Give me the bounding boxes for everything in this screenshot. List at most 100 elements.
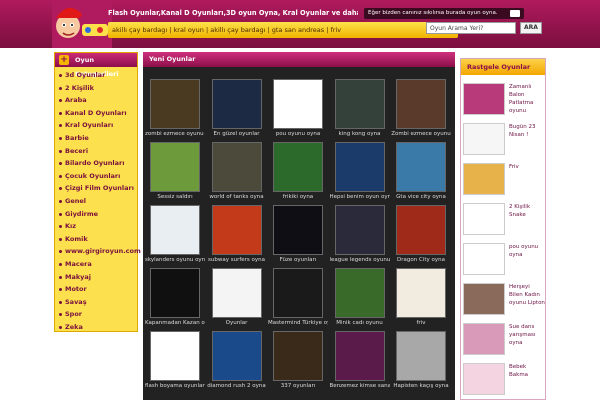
category-item[interactable]: Kız <box>55 220 137 233</box>
game-thumbnail[interactable] <box>150 268 200 318</box>
game-thumbnail[interactable] <box>334 205 385 255</box>
game-thumbnail[interactable] <box>396 268 446 318</box>
game-title[interactable]: league legends oyunu oyna kanal <box>330 256 390 266</box>
site-logo[interactable] <box>52 0 112 48</box>
game-card[interactable]: Oyunlar <box>207 268 267 330</box>
game-title[interactable]: Zombi ezmece oyunu <box>391 130 451 140</box>
random-game-thumbnail[interactable] <box>463 83 505 115</box>
game-title[interactable]: zombi ezmece oyunu oyna <box>145 130 205 140</box>
game-thumbnail[interactable] <box>150 331 200 381</box>
game-card[interactable]: zombi ezmece oyunu oyna <box>145 79 205 141</box>
game-card[interactable]: Hepsi benim oyun oyna oyna <box>330 142 390 204</box>
game-card[interactable]: Sessiz saldırı <box>145 142 205 204</box>
game-thumbnail[interactable] <box>211 79 262 129</box>
category-item[interactable]: Çizgi Film Oyunları <box>55 182 137 195</box>
game-card[interactable]: Mastermind Türkiye oyna <box>268 268 328 330</box>
game-card[interactable]: flash boyama oyunları <box>145 331 205 393</box>
game-card[interactable]: skylanders oyunu oyna <box>145 205 205 267</box>
random-game-item[interactable]: Zamanlı Balon Patlatma oyunu <box>463 83 543 117</box>
random-game-thumbnail[interactable] <box>463 203 505 235</box>
game-card[interactable]: subway surfers oyna <box>207 205 267 267</box>
game-title[interactable]: king kong oyna <box>330 130 390 140</box>
random-game-title[interactable]: Zamanlı Balon Patlatma oyunu <box>509 83 545 115</box>
game-title[interactable]: Gta vice city oyna <box>391 193 451 203</box>
game-card[interactable]: world of tanks oyna <box>207 142 267 204</box>
game-thumbnail[interactable] <box>211 331 262 381</box>
random-game-item[interactable]: Sue dans yarışması oyna <box>463 323 543 357</box>
category-item[interactable]: Çocuk Oyunları <box>55 170 137 183</box>
game-title[interactable]: world of tanks oyna <box>207 193 267 203</box>
category-item[interactable]: Barbie <box>55 132 137 145</box>
random-game-title[interactable]: Bebek Bakma <box>509 363 545 379</box>
category-item[interactable]: Macera <box>55 258 137 271</box>
category-item[interactable]: Kral Oyunları <box>55 119 137 132</box>
random-game-item[interactable]: Bebek Bakma <box>463 363 543 397</box>
game-thumbnail[interactable] <box>150 142 200 192</box>
game-thumbnail[interactable] <box>334 142 385 192</box>
category-item[interactable]: Spor <box>55 308 137 321</box>
game-title[interactable]: Mastermind Türkiye oyna <box>268 319 328 329</box>
game-thumbnail[interactable] <box>273 205 323 255</box>
game-thumbnail[interactable] <box>334 331 385 381</box>
game-thumbnail[interactable] <box>273 142 323 192</box>
game-thumbnail[interactable] <box>273 268 323 318</box>
category-item[interactable]: 2 Kişilik <box>55 82 137 95</box>
game-thumbnail[interactable] <box>334 79 385 129</box>
game-title[interactable]: diamond rush 2 oyna <box>207 382 267 392</box>
category-item[interactable]: Araba <box>55 94 137 107</box>
game-card[interactable]: pou oyunu oyna <box>268 79 328 141</box>
random-game-title[interactable]: pou oyunu oyna <box>509 243 545 259</box>
random-game-item[interactable]: Bugün 23 Nisan ! <box>463 123 543 157</box>
game-thumbnail[interactable] <box>396 79 446 129</box>
random-game-thumbnail[interactable] <box>463 363 505 395</box>
game-thumbnail[interactable] <box>396 331 446 381</box>
random-game-item[interactable]: pou oyunu oyna <box>463 243 543 277</box>
category-item[interactable]: Komik <box>55 233 137 246</box>
game-card[interactable]: Zombi ezmece oyunu <box>391 79 451 141</box>
random-game-thumbnail[interactable] <box>463 163 505 195</box>
category-item[interactable]: Makyaj <box>55 271 137 284</box>
random-game-title[interactable]: Sue dans yarışması oyna <box>509 323 545 347</box>
game-card[interactable]: diamond rush 2 oyna <box>207 331 267 393</box>
game-thumbnail[interactable] <box>150 205 200 255</box>
random-game-item[interactable]: Herşeyi Bilen Kadın oyunu Lipton <box>463 283 545 317</box>
category-item[interactable]: Giydirme <box>55 208 137 221</box>
game-title[interactable]: Oyunlar <box>207 319 267 329</box>
random-game-thumbnail[interactable] <box>463 243 505 275</box>
category-item[interactable]: Genel <box>55 195 137 208</box>
game-title[interactable]: flash boyama oyunları <box>145 382 205 392</box>
random-game-thumbnail[interactable] <box>463 283 505 315</box>
game-title[interactable]: Hepsi benim oyun oyna oyna <box>330 193 390 203</box>
game-title[interactable]: Hapisten kaçış oyna <box>391 382 451 392</box>
close-icon[interactable] <box>510 10 520 17</box>
game-card[interactable]: friv <box>391 268 451 330</box>
game-thumbnail[interactable] <box>334 268 385 318</box>
category-item[interactable]: Zeka <box>55 321 137 334</box>
game-card[interactable]: Füze oyunları <box>268 205 328 267</box>
random-game-thumbnail[interactable] <box>463 323 505 355</box>
random-game-title[interactable]: Herşeyi Bilen Kadın oyunu Lipton <box>509 283 545 307</box>
category-item[interactable]: Kanal D Oyunları <box>55 107 137 120</box>
category-item[interactable]: Savaş <box>55 296 137 309</box>
game-card[interactable]: En güzel oyunlar <box>207 79 267 141</box>
game-title[interactable]: 337 oyunları <box>268 382 328 392</box>
game-thumbnail[interactable] <box>211 205 262 255</box>
game-card[interactable]: Dragon City oyna <box>391 205 451 267</box>
game-thumbnail[interactable] <box>273 79 323 129</box>
game-title[interactable]: Füze oyunları <box>268 256 328 266</box>
random-game-title[interactable]: 2 Kişilik Snake <box>509 203 545 219</box>
game-title[interactable]: Minik cadı oyunu <box>330 319 390 329</box>
game-title[interactable]: friv <box>391 319 451 329</box>
random-game-item[interactable]: 2 Kişilik Snake <box>463 203 543 237</box>
random-game-item[interactable]: Friv <box>463 163 543 197</box>
game-card[interactable]: Hapisten kaçış oyna <box>391 331 451 393</box>
game-card[interactable]: frikiki oyna <box>268 142 328 204</box>
game-title[interactable]: subway surfers oyna <box>207 256 267 266</box>
game-title[interactable]: skylanders oyunu oyna <box>145 256 205 266</box>
game-thumbnail[interactable] <box>396 205 446 255</box>
category-item[interactable]: 3d Oyunlar <box>55 69 137 82</box>
game-card[interactable]: Minik cadı oyunu <box>330 268 390 330</box>
game-thumbnail[interactable] <box>273 331 323 381</box>
game-card[interactable]: king kong oyna <box>330 79 390 141</box>
search-input[interactable]: Oyun Arama Yeri? <box>426 22 516 34</box>
